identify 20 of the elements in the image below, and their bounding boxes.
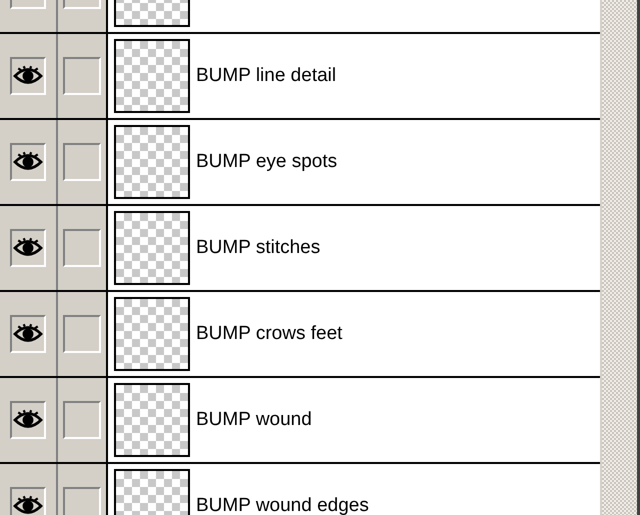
link-toggle[interactable] xyxy=(63,57,101,95)
eye-icon xyxy=(13,493,43,515)
visibility-toggle[interactable] xyxy=(10,487,46,515)
visibility-toggle[interactable] xyxy=(10,57,46,95)
visibility-toggle[interactable] xyxy=(10,143,46,181)
layer-name[interactable]: BUMP wound edges xyxy=(196,492,369,515)
link-toggle[interactable] xyxy=(63,143,101,181)
visibility-toggle[interactable] xyxy=(10,315,46,353)
layer-name[interactable]: BUMP crows feet xyxy=(196,320,342,348)
link-toggle[interactable] xyxy=(63,401,101,439)
link-toggle[interactable] xyxy=(63,315,101,353)
visibility-toggle[interactable] xyxy=(10,229,46,267)
layer-name[interactable]: BUMP stitches xyxy=(196,234,320,262)
layer-name[interactable]: BUMP line detail xyxy=(196,62,336,90)
link-toggle[interactable] xyxy=(63,487,101,515)
layer-name[interactable]: BUMP eye spots xyxy=(196,148,338,176)
layer-name[interactable]: BUMP wound xyxy=(196,406,312,434)
visibility-toggle[interactable] xyxy=(10,401,46,439)
scrollbar-track[interactable] xyxy=(602,0,640,515)
link-toggle[interactable] xyxy=(63,229,101,267)
